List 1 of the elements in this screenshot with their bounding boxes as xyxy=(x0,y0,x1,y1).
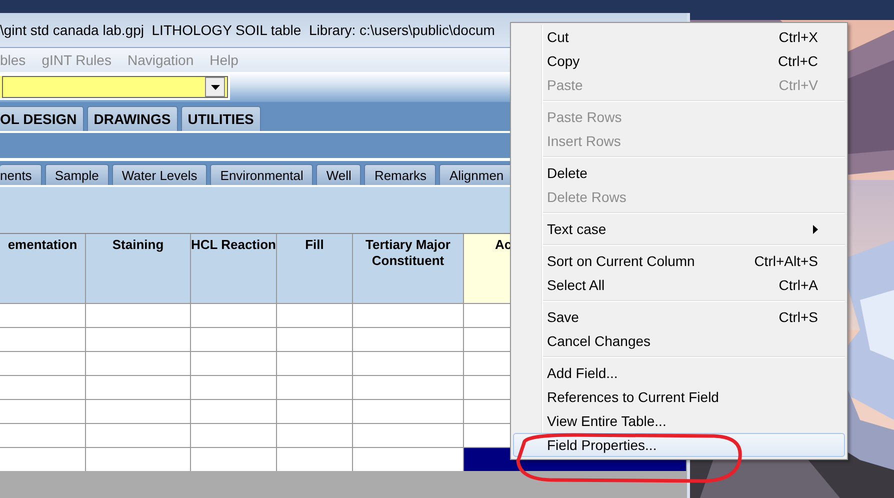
window-title: \gint std canada lab.gpj LITHOLOGY SOIL table Library: c:\users\public\docum xyxy=(0,22,495,38)
